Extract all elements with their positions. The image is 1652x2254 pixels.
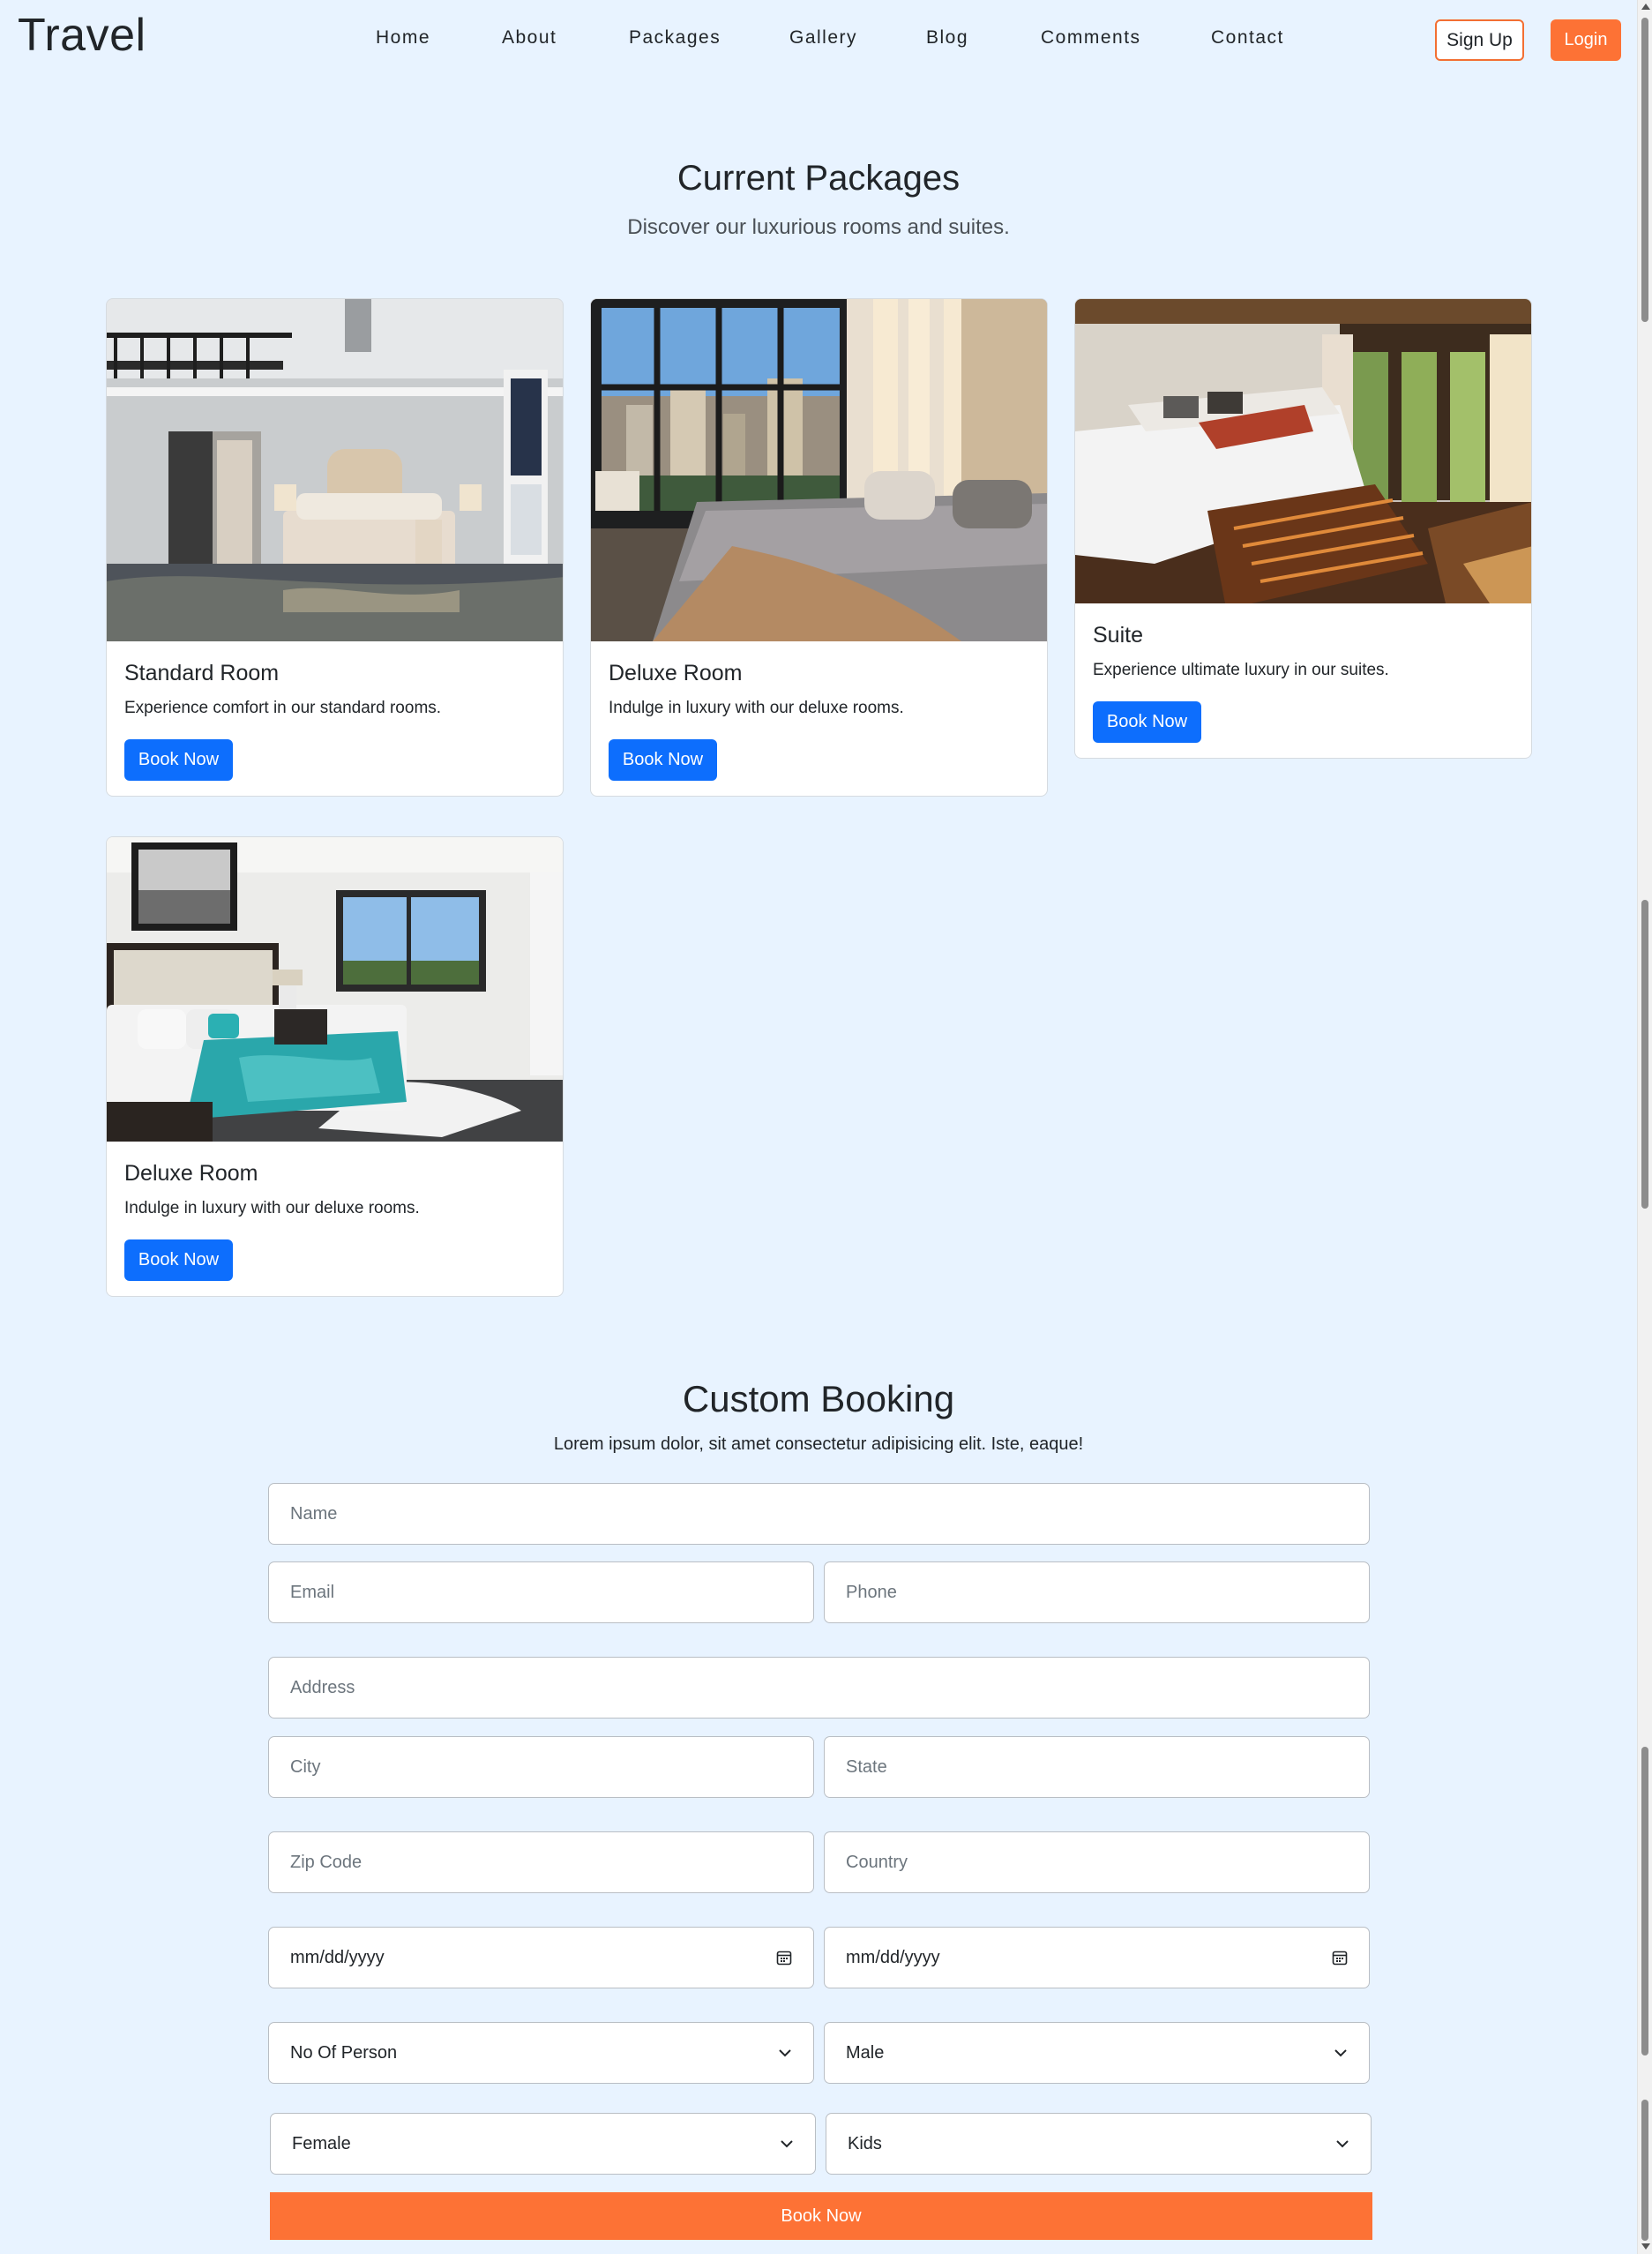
select-value: Female: [292, 2133, 351, 2153]
nav-link-contact[interactable]: Contact: [1211, 27, 1284, 49]
male-select[interactable]: Male: [824, 2022, 1370, 2084]
card-text: Experience comfort in our standard rooms…: [124, 699, 442, 717]
chevron-down-icon: [1334, 2048, 1348, 2057]
card-text: Indulge in luxury with our deluxe rooms.: [609, 699, 904, 717]
suite-image: [1075, 299, 1531, 603]
nav-link-comments[interactable]: Comments: [1041, 27, 1141, 49]
nav-link-packages[interactable]: Packages: [629, 27, 721, 49]
nav-link-gallery[interactable]: Gallery: [789, 27, 857, 49]
email-input[interactable]: Email: [268, 1561, 814, 1623]
address-input[interactable]: Address: [268, 1657, 1370, 1719]
state-input[interactable]: State: [824, 1736, 1370, 1798]
book-now-button[interactable]: Book Now: [124, 739, 233, 781]
brand-logo[interactable]: Travel: [18, 9, 146, 62]
standard-room-image: [107, 299, 563, 641]
scroll-thumb[interactable]: [1641, 900, 1648, 1209]
navbar: Travel Home About Packages Gallery Blog …: [0, 0, 1637, 81]
kids-select[interactable]: Kids: [826, 2113, 1372, 2175]
scroll-thumb[interactable]: [1641, 18, 1648, 322]
scroll-up-arrow-icon[interactable]: [1641, 4, 1650, 10]
card-text: Experience ultimate luxury in our suites…: [1093, 661, 1389, 679]
book-now-button[interactable]: Book Now: [1093, 701, 1201, 743]
country-input[interactable]: Country: [824, 1831, 1370, 1893]
scroll-down-arrow-icon[interactable]: [1641, 2243, 1650, 2250]
city-input[interactable]: City: [268, 1736, 814, 1798]
card-title: Deluxe Room: [124, 1161, 258, 1186]
check-out-date-input[interactable]: mm/dd/yyyy: [824, 1927, 1370, 1988]
book-now-button[interactable]: Book Now: [124, 1239, 233, 1281]
chevron-down-icon: [778, 2048, 792, 2057]
login-button[interactable]: Login: [1551, 19, 1621, 61]
calendar-icon[interactable]: [1332, 1950, 1348, 1966]
packages-subtitle: Discover our luxurious rooms and suites.: [627, 215, 1010, 239]
package-card-deluxe-2: Deluxe Room Indulge in luxury with our d…: [106, 836, 564, 1297]
signup-button[interactable]: Sign Up: [1435, 19, 1524, 61]
scrollbar[interactable]: [1637, 0, 1652, 2254]
chevron-down-icon: [780, 2139, 794, 2148]
card-title: Standard Room: [124, 661, 280, 685]
name-input[interactable]: Name: [268, 1483, 1370, 1545]
check-in-date-input[interactable]: mm/dd/yyyy: [268, 1927, 814, 1988]
zip-code-input[interactable]: Zip Code: [268, 1831, 814, 1893]
nav-link-about[interactable]: About: [502, 27, 557, 49]
select-value: No Of Person: [290, 2042, 398, 2063]
page: Travel Home About Packages Gallery Blog …: [0, 0, 1652, 2254]
date-placeholder: mm/dd/yyyy: [290, 1947, 385, 1967]
packages-title: Current Packages: [676, 159, 961, 198]
nav-link-home[interactable]: Home: [376, 27, 430, 49]
nav-link-blog[interactable]: Blog: [926, 27, 968, 49]
persons-select[interactable]: No Of Person: [268, 2022, 814, 2084]
package-card-standard: Standard Room Experience comfort in our …: [106, 298, 564, 797]
scroll-thumb[interactable]: [1641, 2100, 1648, 2241]
card-title: Deluxe Room: [609, 661, 743, 685]
book-now-submit-button[interactable]: Book Now: [270, 2192, 1372, 2240]
date-placeholder: mm/dd/yyyy: [846, 1947, 940, 1967]
book-now-button[interactable]: Book Now: [609, 739, 717, 781]
select-value: Male: [846, 2042, 885, 2063]
scroll-thumb[interactable]: [1641, 1747, 1648, 2056]
calendar-icon[interactable]: [776, 1950, 792, 1966]
female-select[interactable]: Female: [270, 2113, 816, 2175]
card-title: Suite: [1093, 623, 1143, 648]
deluxe-room-2-image: [107, 837, 563, 1142]
booking-subtitle: Lorem ipsum dolor, sit amet consectetur …: [553, 1434, 1084, 1454]
card-text: Indulge in luxury with our deluxe rooms.: [124, 1199, 420, 1217]
package-card-suite: Suite Experience ultimate luxury in our …: [1074, 298, 1532, 759]
package-card-deluxe: Deluxe Room Indulge in luxury with our d…: [590, 298, 1048, 797]
phone-input[interactable]: Phone: [824, 1561, 1370, 1623]
booking-title: Custom Booking: [682, 1378, 955, 1419]
select-value: Kids: [848, 2133, 882, 2153]
deluxe-room-image: [591, 299, 1047, 641]
chevron-down-icon: [1335, 2139, 1349, 2148]
